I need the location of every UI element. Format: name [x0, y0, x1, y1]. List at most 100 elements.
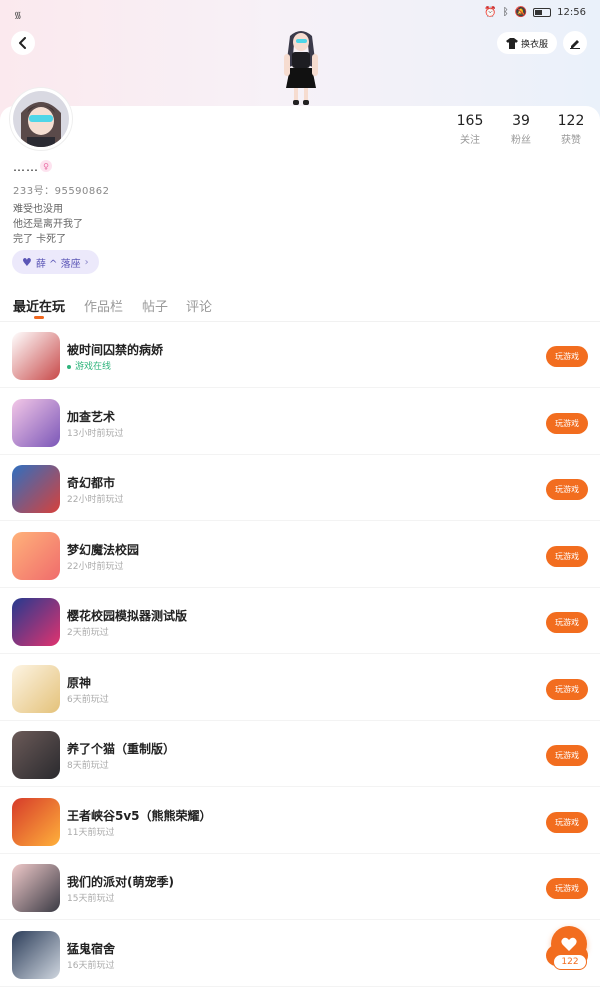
uid-label: 233号： [13, 186, 55, 197]
tab-active-indicator [34, 316, 44, 319]
alarm-icon: ⏰ [484, 7, 497, 18]
bio-line: 难受也没用 [13, 204, 63, 215]
game-last-played: 2天前玩过 [67, 625, 109, 638]
profile-tabs: 最近在玩 作品栏 帖子 评论 [0, 292, 600, 322]
bio-line: 他还是离开我了 [13, 219, 83, 230]
game-name: 樱花校园模拟器测试版 [67, 609, 188, 623]
game-last-played: 8天前玩过 [67, 758, 109, 771]
tab-comments[interactable]: 评论 [186, 296, 212, 315]
game-icon[interactable] [12, 531, 60, 580]
medal-chip[interactable]: ♥ 薛 ^ 落座 › [12, 250, 99, 274]
profile-stats: 165 关注 39 粉丝 122 获赞 [0, 113, 600, 153]
game-name: 猛鬼宿舍 [67, 941, 116, 956]
game-icon[interactable] [12, 664, 60, 713]
play-game-button[interactable]: 玩游戏 [546, 678, 588, 700]
likes-count: 122 [557, 113, 585, 129]
game-time-text: 2天前玩过 [67, 628, 109, 638]
gender-female-icon: ♀ [40, 160, 52, 172]
game-last-played: 22小时前玩过 [67, 492, 123, 505]
game-last-played: 22小时前玩过 [67, 559, 123, 572]
game-icon[interactable] [12, 930, 60, 979]
nickname: …… [13, 160, 39, 174]
heart-icon [561, 937, 577, 951]
bio-line: 完了 卡死了 [13, 234, 67, 245]
uid-value: 95590862 [54, 186, 110, 197]
game-name: 加查艺术 [67, 409, 116, 424]
following-count: 165 [456, 113, 484, 129]
like-count: 122 [553, 954, 587, 970]
game-last-played: 6天前玩过 [67, 692, 109, 705]
battery-icon [533, 8, 552, 17]
game-row[interactable]: 樱花校园模拟器测试版 2天前玩过 玩游戏 [0, 588, 600, 654]
game-icon[interactable] [12, 598, 60, 646]
tab-posts[interactable]: 帖子 [142, 296, 168, 315]
likes-stat[interactable]: 122 获赞 [551, 113, 591, 146]
game-row[interactable]: 王者峡谷5v5（熊熊荣耀） 11天前玩过 玩游戏 [0, 788, 600, 854]
game-row[interactable]: 加查艺术 13小时前玩过 玩游戏 [0, 389, 600, 455]
play-game-button[interactable]: 玩游戏 [546, 545, 588, 567]
user-id[interactable]: 233号：95590862 [13, 182, 110, 197]
game-name: 王者峡谷5v5（熊熊荣耀） [67, 808, 212, 823]
bluetooth-icon: ᛒ [502, 7, 509, 18]
chevron-left-icon [19, 37, 26, 49]
game-time-text: 22小时前玩过 [67, 495, 124, 505]
play-game-button[interactable]: 玩游戏 [546, 745, 588, 766]
following-label: 关注 [460, 135, 480, 146]
tab-recent-play[interactable]: 最近在玩 [13, 296, 65, 315]
game-name: 养了个猫（重制版） [67, 742, 176, 756]
play-game-button[interactable]: 玩游戏 [546, 346, 588, 367]
game-icon[interactable] [12, 398, 60, 447]
game-row[interactable]: 奇幻都市 22小时前玩过 玩游戏 [0, 455, 600, 521]
play-game-button[interactable]: 玩游戏 [546, 412, 588, 434]
game-icon[interactable] [12, 797, 60, 846]
mute-icon: 🔕 [514, 7, 528, 18]
back-button[interactable] [11, 31, 35, 55]
online-dot-icon [67, 364, 71, 369]
game-name: 奇幻都市 [67, 476, 116, 490]
tab-works[interactable]: 作品栏 [84, 296, 123, 315]
clock: 12:56 [557, 7, 586, 18]
followers-stat[interactable]: 39 粉丝 [501, 113, 541, 146]
game-name: 梦幻魔法校园 [67, 542, 140, 557]
heart-icon: ♥ [22, 255, 32, 269]
followers-label: 粉丝 [511, 135, 531, 146]
followers-count: 39 [512, 113, 530, 129]
game-row[interactable]: 猛鬼宿舍16天前玩过玩游戏 [0, 921, 600, 987]
play-game-button[interactable]: 玩游戏 [546, 878, 588, 899]
game-name: 被时间囚禁的病娇 [67, 343, 164, 357]
play-game-button[interactable]: 玩游戏 [546, 811, 588, 833]
edit-profile-button[interactable] [563, 31, 587, 55]
game-row[interactable]: 原神 6天前玩过 玩游戏 [0, 655, 600, 721]
following-stat[interactable]: 165 关注 [450, 113, 490, 146]
play-game-button[interactable]: 玩游戏 [546, 479, 588, 500]
game-row[interactable]: 我们的派对(萌宠季) 15天前玩过 玩游戏 [0, 854, 600, 920]
avatar-character-figure [284, 31, 318, 105]
game-name: 我们的派对(萌宠季) [67, 875, 174, 889]
status-bar: ᯾ ⏰ ᛒ 🔕 12:56 [0, 0, 600, 28]
wifi-icon: ᯾ [14, 11, 22, 21]
game-time-text: 13小时前玩过 [67, 428, 124, 439]
game-time-text: 22小时前玩过 [67, 561, 124, 572]
medal-label: 薛 ^ 落座 [35, 258, 81, 270]
likes-label: 获赞 [561, 135, 581, 146]
chevron-right-icon: › [84, 256, 89, 268]
game-icon[interactable] [12, 864, 60, 912]
game-time-text: 15天前玩过 [67, 894, 115, 904]
game-time-text: 16天前玩过 [67, 960, 115, 971]
game-icon[interactable] [12, 332, 60, 380]
game-online-status: 游戏在线 [67, 359, 111, 372]
status-icons: ⏰ ᛒ 🔕 12:56 [484, 7, 586, 18]
game-last-played: 16天前玩过 [67, 958, 114, 971]
play-game-button[interactable]: 玩游戏 [546, 612, 588, 633]
game-time-text: 6天前玩过 [67, 694, 109, 705]
game-time-text: 11天前玩过 [67, 827, 115, 838]
game-name: 原神 [67, 675, 92, 690]
game-row[interactable]: 被时间囚禁的病娇 游戏在线 玩游戏 [0, 322, 600, 388]
game-icon[interactable] [12, 465, 60, 513]
dressup-button[interactable]: 换衣服 [497, 32, 557, 54]
dressup-label: 换衣服 [520, 39, 548, 50]
game-row[interactable]: 梦幻魔法校园 22小时前玩过 玩游戏 [0, 522, 600, 588]
game-icon[interactable] [12, 731, 60, 779]
game-time-text: 8天前玩过 [67, 761, 109, 771]
game-row[interactable]: 养了个猫（重制版） 8天前玩过 玩游戏 [0, 721, 600, 787]
